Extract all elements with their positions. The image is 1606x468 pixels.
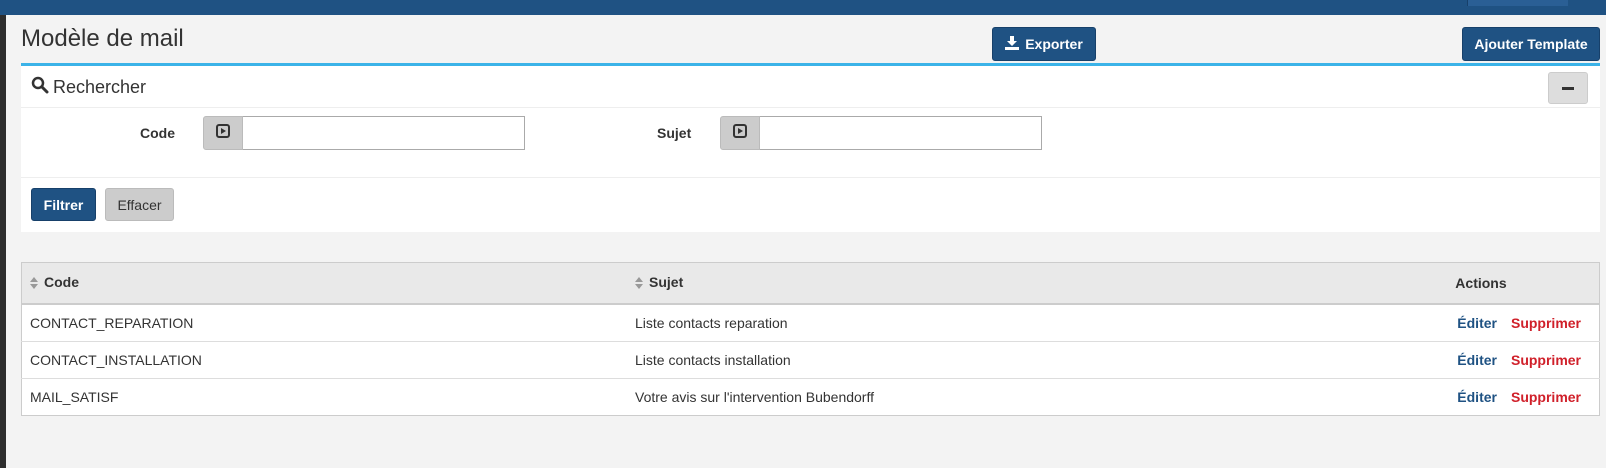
templates-table: Code Sujet Actions CONTACT_REPARATION Li…: [21, 262, 1600, 416]
play-square-icon: [216, 123, 230, 143]
search-icon: [31, 76, 49, 99]
play-square-icon: [733, 123, 747, 143]
topbar-tab[interactable]: [1467, 0, 1568, 6]
table-row: CONTACT_REPARATION Liste contacts repara…: [21, 303, 1600, 342]
row-actions: Éditer Supprimer: [1449, 341, 1600, 379]
filter-divider: [21, 177, 1600, 178]
row-code: CONTACT_REPARATION: [21, 303, 627, 342]
edit-link[interactable]: Éditer: [1457, 315, 1497, 331]
filter-button[interactable]: Filtrer: [31, 188, 96, 221]
sort-icon: [30, 276, 38, 292]
download-icon: [1005, 35, 1020, 53]
sort-icon: [635, 276, 643, 292]
row-sujet: Liste contacts installation: [627, 341, 1450, 379]
column-header-actions: Actions: [1449, 262, 1600, 305]
left-edge-strip: [0, 0, 6, 468]
search-title-label: Rechercher: [53, 77, 147, 97]
table-row: CONTACT_INSTALLATION Liste contacts inst…: [21, 341, 1600, 379]
delete-link[interactable]: Supprimer: [1511, 352, 1581, 368]
row-sujet: Liste contacts reparation: [627, 303, 1450, 342]
export-label: Exporter: [1025, 36, 1083, 52]
code-addon[interactable]: [203, 116, 243, 150]
clear-button[interactable]: Effacer: [105, 188, 174, 221]
search-panel: Rechercher Code Sujet Filtrer Effacer: [21, 63, 1600, 232]
table-header-row: Code Sujet Actions: [21, 262, 1600, 305]
search-panel-header: Rechercher: [21, 66, 1600, 108]
edit-link[interactable]: Éditer: [1457, 389, 1497, 405]
sujet-input-group: [720, 116, 1042, 150]
search-panel-title: Rechercher: [31, 76, 146, 99]
row-sujet: Votre avis sur l'intervention Bubendorff: [627, 378, 1450, 416]
page-title: Modèle de mail: [21, 25, 184, 52]
column-header-sujet[interactable]: Sujet: [627, 262, 1450, 305]
delete-link[interactable]: Supprimer: [1511, 315, 1581, 331]
delete-link[interactable]: Supprimer: [1511, 389, 1581, 405]
row-actions: Éditer Supprimer: [1449, 378, 1600, 416]
row-code: CONTACT_INSTALLATION: [21, 341, 627, 379]
code-field-label: Code: [140, 125, 175, 141]
export-button[interactable]: Exporter: [992, 27, 1096, 61]
table-row: MAIL_SATISF Votre avis sur l'interventio…: [21, 378, 1600, 416]
code-input-group: [203, 116, 525, 150]
row-code: MAIL_SATISF: [21, 378, 627, 416]
sujet-input[interactable]: [760, 116, 1042, 150]
edit-link[interactable]: Éditer: [1457, 352, 1497, 368]
column-header-code-label: Code: [44, 274, 79, 291]
minus-icon: [1562, 86, 1574, 90]
sujet-addon[interactable]: [720, 116, 760, 150]
top-navbar: [0, 0, 1606, 15]
code-input[interactable]: [243, 116, 525, 150]
column-header-code[interactable]: Code: [21, 262, 627, 305]
add-template-button[interactable]: Ajouter Template: [1462, 27, 1600, 61]
sujet-field-label: Sujet: [657, 125, 692, 141]
row-actions: Éditer Supprimer: [1449, 303, 1600, 342]
column-header-sujet-label: Sujet: [649, 274, 684, 291]
collapse-button[interactable]: [1548, 72, 1588, 104]
